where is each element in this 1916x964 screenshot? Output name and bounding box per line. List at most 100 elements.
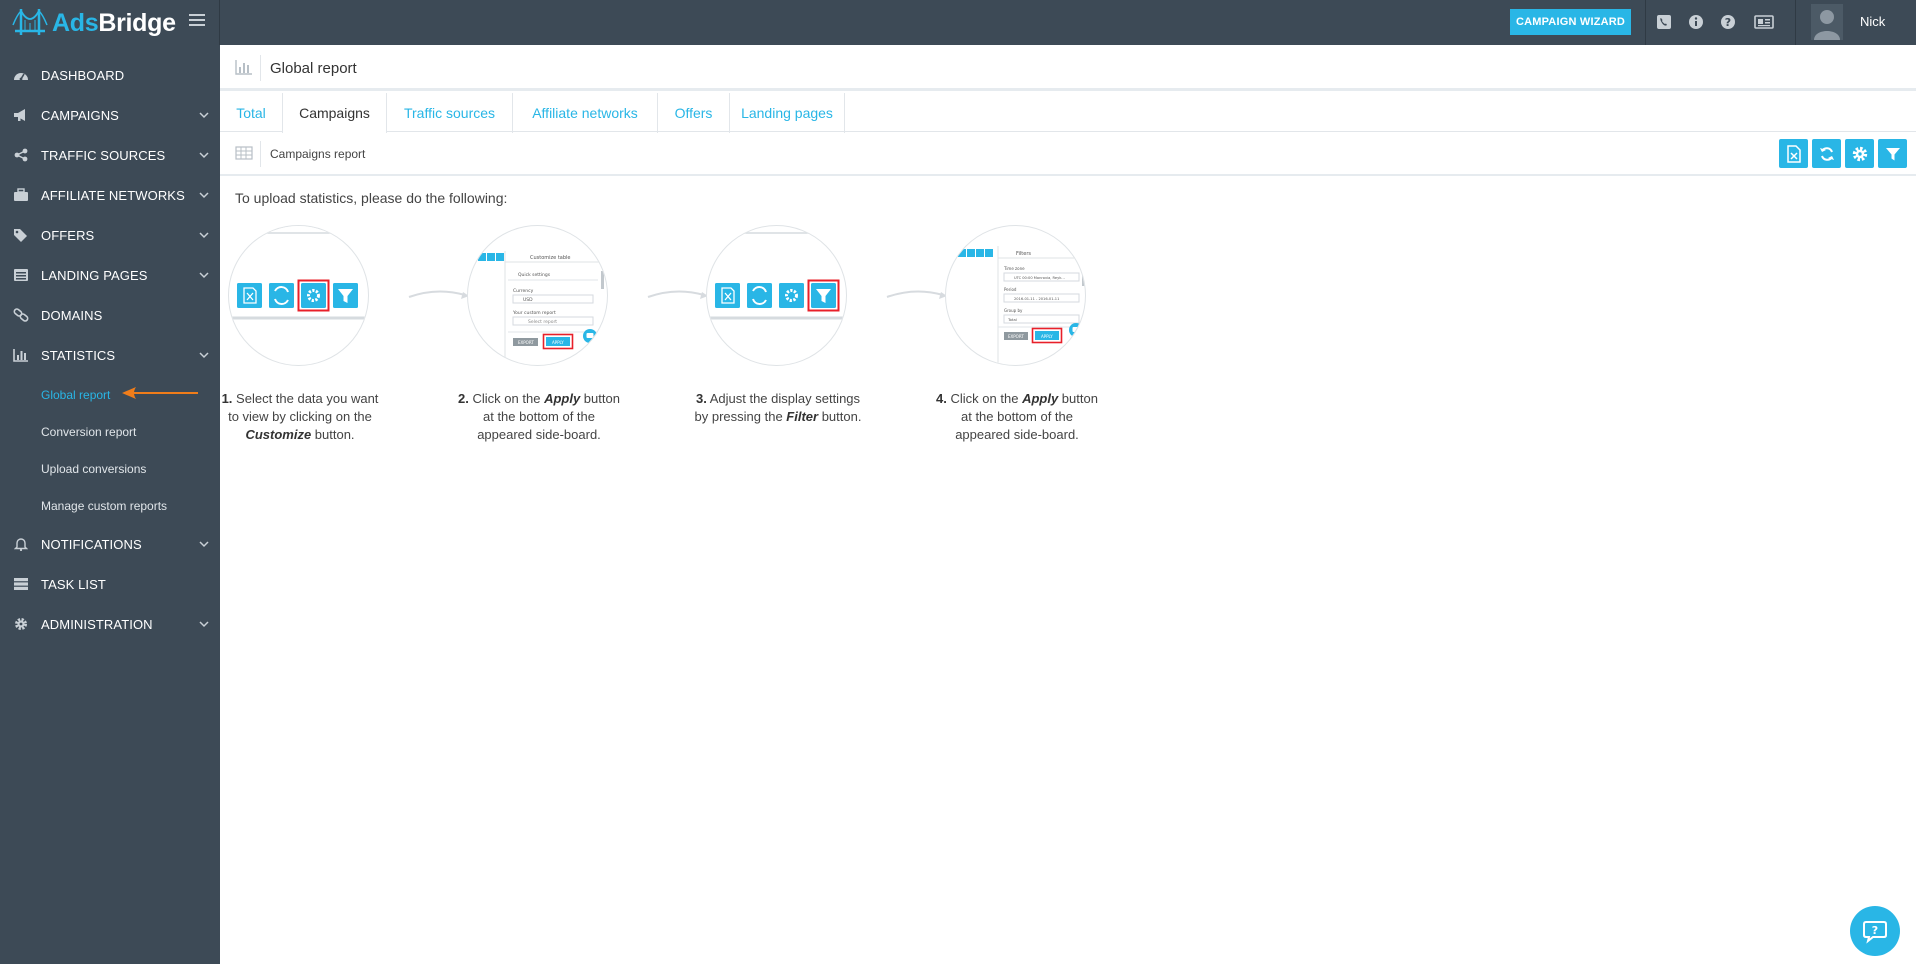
svg-text:?: ? (1872, 924, 1878, 937)
tab-landing-pages[interactable]: Landing pages (730, 93, 845, 133)
news-icon[interactable] (1754, 12, 1774, 32)
sidebar-item-campaigns[interactable]: CAMPAIGNS (0, 95, 220, 135)
step-text-pre: Click on the (472, 391, 545, 406)
topbar-separator (1795, 0, 1796, 45)
help-icon[interactable]: ? (1718, 12, 1738, 32)
dashboard-icon (13, 67, 29, 83)
sidebar-item-task-list[interactable]: TASK LIST (0, 564, 220, 604)
gear-icon (1852, 146, 1867, 161)
bar-chart-icon (13, 347, 29, 363)
help-chat-button[interactable]: ? (1850, 906, 1900, 956)
user-avatar[interactable] (1811, 4, 1843, 40)
mini-panel-title: Customize table (530, 255, 571, 261)
filter-button[interactable] (1878, 139, 1907, 168)
tab-total[interactable]: Total (220, 93, 283, 133)
mini-apply-label: APPLY (552, 340, 564, 345)
mini-panel-title: Filters (1016, 251, 1031, 257)
sidebar-subitem-upload-conversions[interactable]: Upload conversions (41, 462, 146, 476)
sidebar-item-statistics[interactable]: STATISTICS (0, 335, 220, 375)
mini-panel-row: Quick settings (518, 272, 551, 278)
tab-traffic-sources[interactable]: Traffic sources (387, 93, 513, 133)
campaign-wizard-button[interactable]: CAMPAIGN WIZARD (1510, 9, 1631, 35)
mini-panel-label: Your custom report (512, 310, 556, 316)
toolbar-divider (260, 141, 261, 167)
report-toolbar: Campaigns report (220, 132, 1916, 176)
chevron-down-icon (199, 541, 209, 548)
sidebar-item-label: NOTIFICATIONS (41, 536, 142, 552)
topbar-separator (1645, 0, 1646, 45)
top-bar: AdsBridge CAMPAIGN WIZARD ? Nick (0, 0, 1916, 45)
next-step-arrow-icon (886, 290, 947, 299)
step-3-text: 3. Adjust the display settings by pressi… (693, 390, 863, 426)
refresh-icon (1819, 146, 1834, 161)
step-1-illustration (228, 225, 369, 366)
chevron-down-icon (199, 232, 209, 239)
bar-chart-icon (235, 60, 252, 75)
sidebar-subitem-global-report[interactable]: Global report (41, 388, 110, 402)
mini-panel-label: Currency (513, 288, 534, 294)
sidebar-subitem-conversion-report[interactable]: Conversion report (41, 425, 136, 439)
sidebar-item-label: LANDING PAGES (41, 267, 148, 283)
chevron-down-icon (199, 272, 209, 279)
sidebar-item-affiliate-networks[interactable]: AFFILIATE NETWORKS (0, 175, 220, 215)
page-title: Global report (270, 60, 357, 77)
link-icon (13, 307, 29, 323)
table-icon (235, 146, 253, 160)
sidebar-item-administration[interactable]: ADMINISTRATION (0, 604, 220, 644)
mini-panel-value: Total (1007, 317, 1017, 322)
step-4-illustration: Filters Time zone UTC 00:00 Monrovia, Re… (945, 225, 1086, 366)
sidebar-item-label: DOMAINS (41, 307, 103, 323)
app-root: AdsBridge CAMPAIGN WIZARD ? Nick DASHBOA… (0, 0, 1916, 964)
step-2-text: 2. Click on the Apply button at the bott… (454, 390, 624, 444)
sidebar-item-label: CAMPAIGNS (41, 107, 119, 123)
mini-panel-label: Period (1004, 287, 1017, 292)
step-2-illustration: Customize table Quick settings Currency … (467, 225, 608, 366)
phone-icon[interactable] (1654, 12, 1674, 32)
server-icon (13, 576, 29, 592)
chevron-down-icon (199, 192, 209, 199)
next-step-arrow-icon (647, 290, 708, 299)
step-1-text: 1. Select the data you want to view by c… (215, 390, 385, 444)
sidebar-item-landing-pages[interactable]: LANDING PAGES (0, 255, 220, 295)
page-header: Global report (220, 45, 1916, 91)
sidebar: DASHBOARD CAMPAIGNS TRAFFIC SOURCES AFFI… (0, 45, 220, 964)
sidebar-subitem-manage-custom-reports[interactable]: Manage custom reports (41, 499, 167, 513)
tab-affiliate-networks[interactable]: Affiliate networks (513, 93, 658, 133)
sidebar-item-dashboard[interactable]: DASHBOARD (0, 55, 220, 95)
megaphone-icon (13, 107, 29, 123)
step-keyword: Customize (245, 427, 312, 442)
logo-text-ads: Ads (52, 8, 99, 37)
instructions-text: To upload statistics, please do the foll… (235, 190, 508, 206)
user-name[interactable]: Nick (1860, 14, 1885, 29)
sidebar-item-label: STATISTICS (41, 347, 116, 363)
info-icon[interactable] (1686, 12, 1706, 32)
report-tabs: Total Campaigns Traffic sources Affiliat… (220, 93, 1916, 133)
mini-panel-value: USD (523, 297, 533, 303)
step-text-pre: Select the data you want to view by clic… (228, 391, 379, 424)
mini-panel-value: UTC 00:00 Monrovia, Reyk... (1014, 276, 1065, 280)
step-text-post: button. (311, 427, 355, 442)
share-icon (13, 147, 29, 163)
sidebar-item-offers[interactable]: OFFERS (0, 215, 220, 255)
step-number: 1. (221, 391, 233, 406)
chevron-down-icon (199, 112, 209, 119)
menu-toggle-icon[interactable] (186, 11, 208, 33)
refresh-button[interactable] (1812, 139, 1841, 168)
sidebar-item-notifications[interactable]: NOTIFICATIONS (0, 524, 220, 564)
tab-offers[interactable]: Offers (658, 93, 730, 133)
step-number: 4. (936, 391, 947, 406)
tab-campaigns[interactable]: Campaigns (282, 93, 387, 133)
sidebar-item-traffic-sources[interactable]: TRAFFIC SOURCES (0, 135, 220, 175)
header-divider (260, 55, 261, 81)
customize-button[interactable] (1845, 139, 1874, 168)
mini-apply-label: APPLY (1041, 334, 1053, 339)
sidebar-item-label: TASK LIST (41, 576, 106, 592)
sidebar-item-domains[interactable]: DOMAINS (0, 295, 220, 335)
chevron-down-icon (199, 152, 209, 159)
sidebar-item-label: TRAFFIC SOURCES (41, 147, 166, 163)
sidebar-item-label: AFFILIATE NETWORKS (41, 187, 185, 203)
step-text-pre: Click on the (950, 391, 1023, 406)
step-3-illustration (706, 225, 847, 366)
export-excel-button[interactable] (1779, 139, 1808, 168)
step-number: 2. (458, 391, 469, 406)
